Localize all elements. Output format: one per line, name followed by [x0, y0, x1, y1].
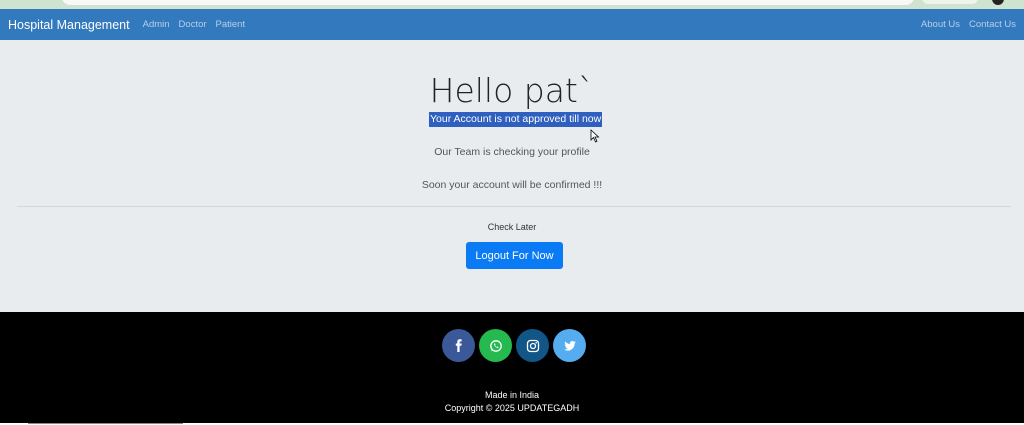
- nav-link-contact-us[interactable]: Contact Us: [969, 19, 1016, 30]
- page-footer: Made in India Copyright © 2025 UPDATEGAD…: [0, 312, 1024, 423]
- address-bar[interactable]: [62, 0, 914, 5]
- confirmation-text: Soon your account will be confirmed !!!: [421, 179, 603, 191]
- divider: [17, 206, 1011, 207]
- nav-link-admin[interactable]: Admin: [143, 19, 170, 30]
- instagram-icon[interactable]: [516, 329, 549, 362]
- profile-avatar[interactable]: [992, 0, 1004, 5]
- browser-chrome-strip: [0, 0, 1024, 9]
- nav-link-about-us[interactable]: About Us: [921, 19, 960, 30]
- main-jumbotron: Hello pat` Your Account is not approved …: [0, 40, 1024, 312]
- facebook-icon[interactable]: [442, 329, 475, 362]
- top-navbar: Hospital Management Admin Doctor Patient…: [0, 9, 1024, 40]
- logout-button[interactable]: Logout For Now: [466, 242, 563, 269]
- made-in-text: Made in India: [484, 390, 540, 400]
- approval-status-text: Your Account is not approved till now: [429, 112, 603, 127]
- copyright-text: Copyright © 2025 UPDATEGADH: [444, 403, 580, 413]
- brand-title[interactable]: Hospital Management: [8, 18, 130, 32]
- nav-right-group: About Us Contact Us: [917, 19, 1021, 30]
- twitter-icon[interactable]: [553, 329, 586, 362]
- check-later-text: Check Later: [487, 222, 537, 232]
- horizontal-scrollbar[interactable]: [28, 423, 183, 424]
- mouse-cursor-icon: [590, 129, 600, 143]
- greeting-heading: Hello pat`: [429, 71, 595, 110]
- nav-link-doctor[interactable]: Doctor: [179, 19, 207, 30]
- team-checking-text: Our Team is checking your profile: [434, 146, 590, 158]
- nav-link-patient[interactable]: Patient: [216, 19, 246, 30]
- browser-extension-pill[interactable]: [922, 0, 978, 4]
- whatsapp-icon[interactable]: [479, 329, 512, 362]
